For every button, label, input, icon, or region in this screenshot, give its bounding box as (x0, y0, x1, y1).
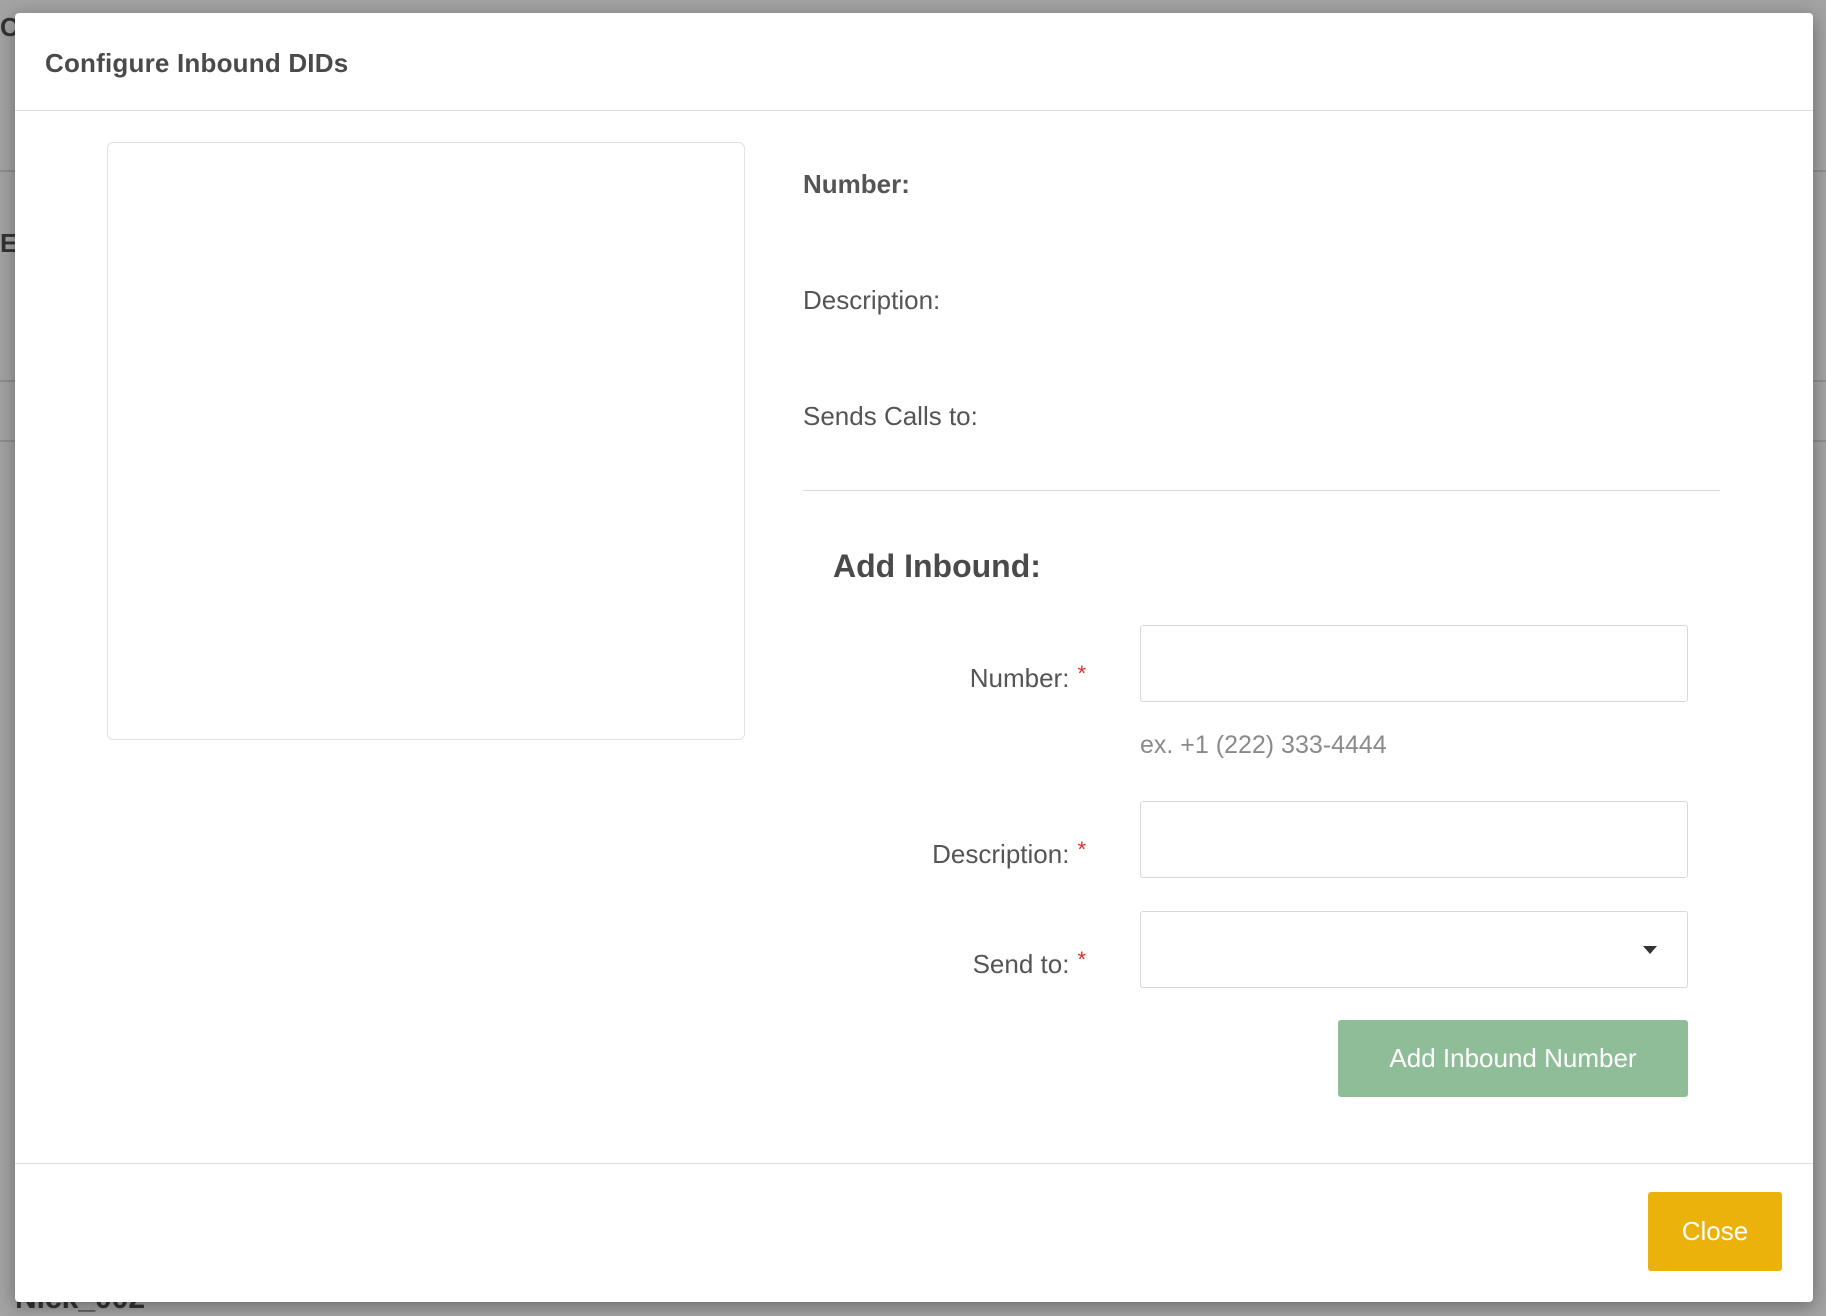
section-divider (803, 490, 1720, 491)
description-field-label: Description: * (932, 837, 1086, 870)
send-to-select[interactable] (1140, 911, 1688, 988)
number-input[interactable] (1140, 625, 1688, 702)
description-input[interactable] (1140, 801, 1688, 878)
required-marker: * (1077, 837, 1086, 862)
description-label-text: Description: (932, 839, 1070, 869)
info-number-label: Number: (803, 169, 910, 199)
number-hint: ex. +1 (222) 333-4444 (1140, 731, 1387, 759)
add-inbound-number-button[interactable]: Add Inbound Number (1338, 1020, 1688, 1097)
required-marker: * (1077, 661, 1086, 686)
modal-footer (15, 1163, 1813, 1302)
modal-title: Configure Inbound DIDs (45, 48, 349, 78)
send-to-field-label: Send to: * (972, 947, 1086, 980)
modal-header: Configure Inbound DIDs (15, 13, 1813, 111)
info-description-label: Description: (803, 285, 941, 315)
required-marker: * (1077, 947, 1086, 972)
add-inbound-title: Add Inbound: (833, 548, 1041, 584)
configure-inbound-dids-modal: Configure Inbound DIDs Number: Descripti… (15, 13, 1813, 1302)
chevron-down-icon (1643, 946, 1657, 954)
send-to-label-text: Send to: (972, 949, 1070, 979)
number-field-label: Number: * (969, 661, 1086, 694)
did-preview-panel (107, 142, 745, 740)
close-button[interactable]: Close (1648, 1192, 1782, 1271)
number-label-text: Number: (969, 663, 1070, 693)
info-sends-calls-label: Sends Calls to: (803, 401, 978, 431)
